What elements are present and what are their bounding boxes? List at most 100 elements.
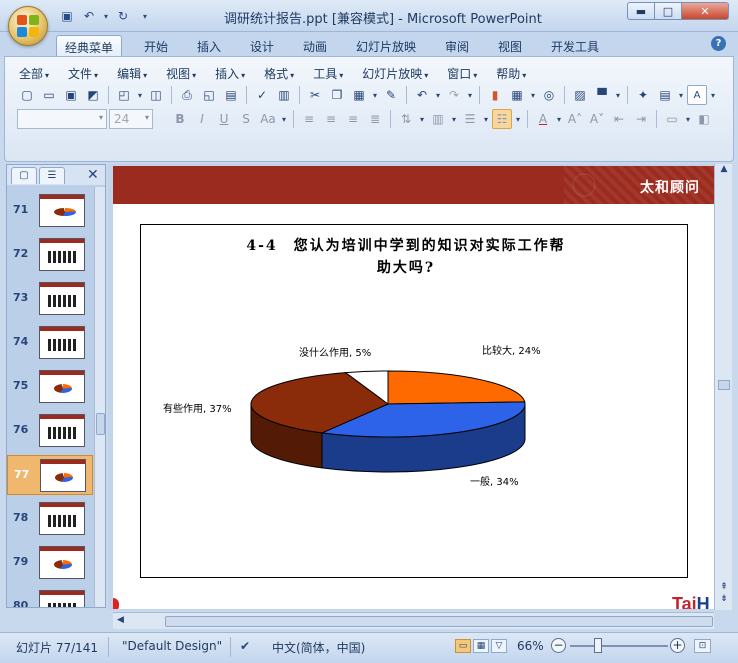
zoom-level[interactable]: 66% <box>517 639 544 653</box>
fit-to-window-icon[interactable]: ⊡ <box>694 639 711 653</box>
chevron-down-icon[interactable]: ▾ <box>614 91 622 100</box>
zoom-in-icon[interactable]: + <box>670 638 685 653</box>
preview-icon[interactable]: ◱ <box>199 85 219 105</box>
new-slide-icon[interactable]: ✦ <box>633 85 653 105</box>
save-icon[interactable]: ▣ <box>58 7 76 25</box>
spelling-icon[interactable]: ✓ <box>252 85 272 105</box>
previous-slide-icon[interactable]: ⇞ <box>717 582 731 593</box>
office-button[interactable] <box>8 6 48 46</box>
menu-view[interactable]: 视图 ▾ <box>166 65 196 82</box>
menu-help[interactable]: 帮助 ▾ <box>496 65 526 82</box>
chevron-down-icon[interactable]: ▾ <box>280 115 288 124</box>
tab-developer[interactable]: 开发工具 <box>543 35 607 56</box>
chart-frame[interactable]: 4-4 您认为培训中学到的知识对实际工作帮 助大吗? 没什么作用, 5% 比较大… <box>140 224 688 578</box>
slide-icon[interactable]: ▤ <box>221 85 241 105</box>
zoom-slider-track[interactable] <box>570 645 668 647</box>
italic-icon[interactable]: I <box>192 109 212 129</box>
slide-thumbnail[interactable]: 80 <box>7 587 93 607</box>
redo-icon[interactable]: ↷ <box>444 85 464 105</box>
slide-canvas[interactable]: 太和顾问 4-4 您认为培训中学到的知识对实际工作帮 助大吗? 没什么作用, 5… <box>113 166 714 609</box>
chevron-down-icon[interactable]: ▾ <box>434 91 442 100</box>
font-size-select[interactable]: 24 ▾ <box>109 109 153 129</box>
horizontal-scrollbar[interactable]: ◀ <box>113 612 714 629</box>
slide-thumbnail[interactable]: 78 <box>7 499 93 539</box>
tab-view[interactable]: 视图 <box>490 35 530 56</box>
insert-picture-icon[interactable]: ▨ <box>570 85 590 105</box>
save-icon[interactable]: ▣ <box>61 85 81 105</box>
vertical-scrollbar[interactable]: ▲ ⇞ ⇟ <box>714 164 732 610</box>
panel-scrollbar[interactable] <box>94 187 105 607</box>
undo-dropdown-icon[interactable]: ▾ <box>102 7 110 25</box>
align-left-icon[interactable]: ≡ <box>299 109 319 129</box>
hyperlink-icon[interactable]: ◎ <box>539 85 559 105</box>
align-right-icon[interactable]: ≡ <box>343 109 363 129</box>
columns-icon[interactable]: ▥ <box>428 109 448 129</box>
close-button[interactable]: ✕ <box>681 2 729 20</box>
research-icon[interactable]: ◫ <box>146 85 166 105</box>
underline-icon[interactable]: U <box>214 109 234 129</box>
chevron-down-icon[interactable]: ▾ <box>418 115 426 124</box>
numbering-icon[interactable]: ☷ <box>492 109 512 129</box>
chevron-down-icon[interactable]: ▾ <box>136 91 144 100</box>
tab-insert[interactable]: 插入 <box>189 35 229 56</box>
minimize-button[interactable]: ▬ <box>627 2 655 20</box>
print-icon[interactable]: ⎙ <box>177 85 197 105</box>
scroll-thumb[interactable] <box>96 413 105 435</box>
scroll-thumb[interactable] <box>718 380 730 390</box>
font-color-icon[interactable]: A <box>533 109 553 129</box>
menu-all[interactable]: 全部 ▾ <box>19 65 49 82</box>
chevron-down-icon[interactable]: ▾ <box>482 115 490 124</box>
zoom-out-icon[interactable]: − <box>551 638 566 653</box>
chevron-down-icon[interactable]: ▾ <box>371 91 379 100</box>
chevron-down-icon[interactable]: ▾ <box>555 115 563 124</box>
shrink-font-icon[interactable]: A˅ <box>587 109 607 129</box>
font-name-select[interactable]: ▾ <box>17 109 107 129</box>
redo-icon[interactable]: ↻ <box>114 7 132 25</box>
research-book-icon[interactable]: ▥ <box>274 85 294 105</box>
print-preview-icon[interactable]: ◰ <box>114 85 134 105</box>
chevron-down-icon[interactable]: ▾ <box>529 91 537 100</box>
slide-thumbnail[interactable]: 74 <box>7 323 93 363</box>
grow-font-icon[interactable]: A˄ <box>565 109 585 129</box>
slide-thumbnail[interactable]: 71 <box>7 191 93 231</box>
decrease-indent-icon[interactable]: ⇤ <box>609 109 629 129</box>
menu-slideshow[interactable]: 幻灯片放映 ▾ <box>362 65 428 82</box>
bold-icon[interactable]: B <box>170 109 190 129</box>
slides-tab-icon[interactable]: ▢ <box>11 167 37 184</box>
spell-check-icon[interactable]: ✔ <box>240 639 250 653</box>
zoom-slider-knob[interactable] <box>594 638 602 653</box>
outline-tab-icon[interactable]: ☰ <box>39 167 65 184</box>
color-grayscale-icon[interactable]: ▀ <box>592 85 612 105</box>
slide-thumbnail[interactable]: 73 <box>7 279 93 319</box>
align-center-icon[interactable]: ≡ <box>321 109 341 129</box>
copy-icon[interactable]: ❐ <box>327 85 347 105</box>
tab-animation[interactable]: 动画 <box>295 35 335 56</box>
slideshow-icon[interactable]: ▽ <box>491 639 507 653</box>
cut-icon[interactable]: ✂ <box>305 85 325 105</box>
tab-design[interactable]: 设计 <box>242 35 282 56</box>
scroll-thumb[interactable] <box>165 616 713 627</box>
tab-classic-menu[interactable]: 经典菜单 <box>56 35 123 56</box>
undo-icon[interactable]: ↶ <box>80 7 98 25</box>
chevron-down-icon[interactable]: ▾ <box>709 91 717 100</box>
paste-icon[interactable]: ▦ <box>349 85 369 105</box>
increase-indent-icon[interactable]: ⇥ <box>631 109 651 129</box>
permission-icon[interactable]: ◩ <box>83 85 103 105</box>
slide-thumbnail[interactable]: 72 <box>7 235 93 275</box>
slide-sorter-icon[interactable]: ▦ <box>473 639 489 653</box>
text-direction-icon[interactable]: ⇅ <box>396 109 416 129</box>
new-document-icon[interactable]: ▢ <box>17 85 37 105</box>
next-slide-icon[interactable]: ⇟ <box>717 594 731 605</box>
theme-name[interactable]: "Default Design" <box>122 639 222 653</box>
menu-format[interactable]: 格式 ▾ <box>264 65 294 82</box>
menu-edit[interactable]: 编辑 ▾ <box>117 65 147 82</box>
insert-table-icon[interactable]: ▦ <box>507 85 527 105</box>
slide-thumbnail[interactable]: 75 <box>7 367 93 407</box>
tab-home[interactable]: 开始 <box>136 35 176 56</box>
menu-file[interactable]: 文件 ▾ <box>68 65 98 82</box>
insert-chart-icon[interactable]: ▮ <box>485 85 505 105</box>
slide-thumbnail[interactable]: 79 <box>7 543 93 583</box>
normal-view-icon[interactable]: ▭ <box>455 639 471 653</box>
language-indicator[interactable]: 中文(简体，中国) <box>272 639 365 656</box>
chevron-down-icon[interactable]: ▾ <box>466 91 474 100</box>
